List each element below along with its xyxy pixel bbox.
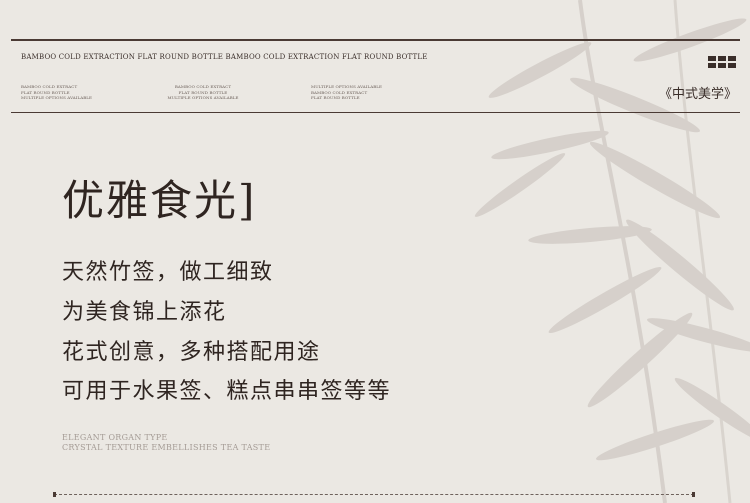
caption-line: ELEGANT ORGAN TYPE [62, 433, 168, 442]
product-detail-page: BAMBOO COLD EXTRACTION FLAT ROUND BOTTLE… [0, 0, 750, 503]
micro-text-block: BAMBOO COLD EXTRACT FLAT ROUND BOTTLE MU… [167, 84, 239, 100]
header-bottom-rule [11, 112, 740, 113]
caption-line: CRYSTAL TEXTURE EMBELLISHES TEA TASTE [62, 443, 271, 452]
header-repeat-text: BAMBOO COLD EXTRACTION FLAT ROUND BOTTLE… [21, 53, 428, 61]
bamboo-illustration [474, 0, 750, 503]
description-line: 花式创意，多种搭配用途 [62, 340, 321, 365]
rule-end-mark [692, 492, 695, 497]
page-title: 优雅食光] [62, 176, 257, 225]
description-line: 可用于水果签、糕点串串签等等 [62, 379, 392, 404]
bottom-dashed-rule [53, 492, 695, 497]
description-line: 天然竹签，做工细致 [62, 260, 274, 285]
style-tag: 《中式美学》 [659, 87, 738, 102]
micro-text-block: BAMBOO COLD EXTRACT FLAT ROUND BOTTLE MU… [21, 84, 93, 100]
grid-icon [708, 56, 736, 69]
rule-end-mark [53, 492, 56, 497]
micro-text-block: MULTIPLE OPTIONS AVAILABLE BAMBOO COLD E… [311, 84, 383, 100]
description-line: 为美食锦上添花 [62, 300, 227, 325]
top-rule [11, 39, 740, 41]
